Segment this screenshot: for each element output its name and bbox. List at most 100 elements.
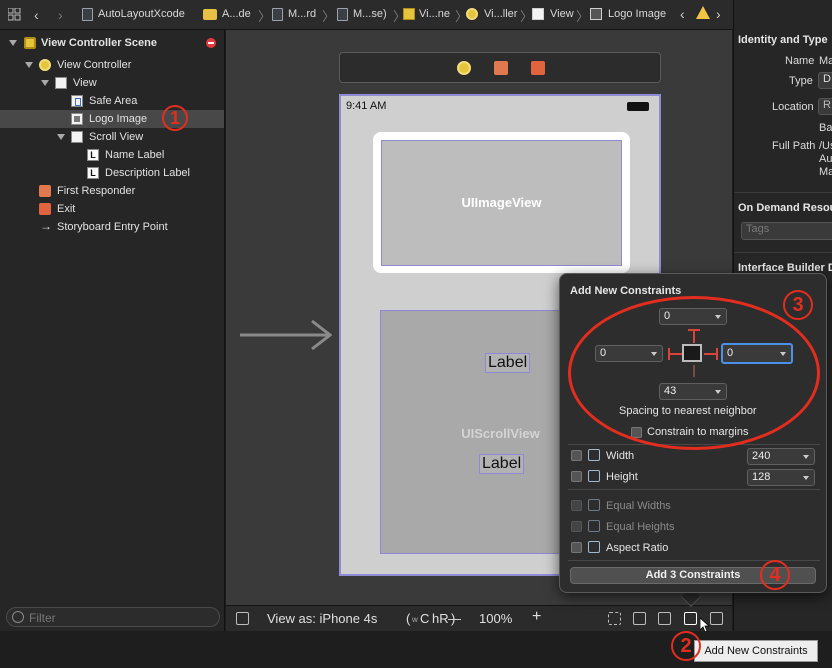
outline-item-logo-image[interactable]: Logo Image [0,110,224,128]
scene-icon [24,37,36,49]
jumpbar-item-project[interactable]: AutoLayoutXcode [98,8,185,20]
forward-arrow-icon[interactable]: › [58,7,63,23]
zoom-out-button[interactable]: — [448,611,461,626]
update-frames-icon[interactable] [608,612,621,625]
back-arrow-icon[interactable]: ‹ [34,7,39,23]
safe-area-icon [71,95,83,107]
battery-icon [627,102,649,111]
dropdown-caret-icon[interactable] [803,455,809,459]
aspect-ratio-checkbox[interactable] [571,542,582,553]
outline-item-entry-point[interactable]: → Storyboard Entry Point [0,218,224,236]
size-class-width-prefix: w [412,615,418,624]
location-sub: Ba [819,122,832,134]
grid-icon[interactable] [7,7,21,21]
outline-label: View Controller Scene [41,37,157,49]
warning-icon[interactable] [696,6,710,19]
location-select[interactable]: R [818,98,832,115]
align-icon[interactable] [658,612,671,625]
jumpbar-item-storyboard[interactable]: M...rd [288,8,316,20]
outline-item-exit[interactable]: Exit [0,200,224,218]
document-outline: View Controller Scene View Controller Vi… [0,30,225,668]
equal-widths-label: Equal Widths [606,500,671,512]
type-label: Type [789,75,813,87]
outline-label: First Responder [57,185,136,197]
width-checkbox[interactable] [571,450,582,461]
add-new-constraints-icon[interactable] [684,612,697,625]
equal-widths-checkbox[interactable] [571,500,582,511]
annotation-callout-2: 2 [671,631,701,661]
label-icon: L [87,167,99,179]
view-icon [55,77,67,89]
logo-image-view[interactable]: UIImageView [381,140,622,266]
name-value[interactable]: Ma [819,55,832,67]
mouse-cursor-icon [699,617,711,633]
jumpbar-item-view[interactable]: View [550,8,574,20]
view-controller-icon[interactable] [457,61,471,75]
outline-label: Description Label [105,167,190,179]
jumpbar-item-folder[interactable]: A...de [222,8,251,20]
scene-dock [339,52,661,83]
outline-item-first-responder[interactable]: First Responder [0,182,224,200]
outline-label: View Controller [57,59,132,71]
height-field[interactable]: 128 [747,469,815,486]
name-label: Name [785,55,815,67]
disclosure-triangle-icon[interactable] [25,62,33,68]
embed-in-icon[interactable] [633,612,646,625]
first-responder-icon[interactable] [494,61,508,75]
description-label[interactable]: Label [479,454,525,474]
view-icon [532,8,544,20]
outline-item-description-label[interactable]: L Description Label [0,164,224,182]
error-badge-icon[interactable] [206,38,216,48]
divider [568,489,820,490]
size-class-open-paren: ( [406,611,411,626]
outline-item-safe-area[interactable]: Safe Area [0,92,224,110]
image-view-icon [590,8,602,20]
chevron-right-icon: 〉 [258,9,272,24]
issue-forward-icon[interactable]: › [716,6,721,22]
jumpbar-item-scene[interactable]: Vi...ne [419,8,450,20]
outline-item-scene[interactable]: View Controller Scene [0,34,224,52]
status-time: 9:41 AM [346,100,387,112]
zoom-in-button[interactable]: + [532,608,541,626]
zoom-level[interactable]: 100% [479,611,512,626]
first-responder-icon [39,185,51,197]
exit-icon [39,203,51,215]
name-label[interactable]: Label [485,353,531,373]
identity-section-header: Identity and Type [738,34,828,46]
disclosure-triangle-icon[interactable] [41,80,49,86]
resolve-issues-icon[interactable] [710,612,723,625]
canvas-bottom-bar: View as: iPhone 4s ( w C hR ) — 100% + [226,605,732,631]
outline-item-name-label[interactable]: L Name Label [0,146,224,164]
annotation-callout-4: 4 [760,560,790,590]
outline-toggle-icon[interactable] [236,612,249,625]
disclosure-triangle-icon[interactable] [57,134,65,140]
aspect-ratio-label: Aspect Ratio [606,542,669,554]
view-as-label[interactable]: View as: iPhone 4s [267,611,377,626]
issue-back-icon[interactable]: ‹ [680,6,685,22]
height-checkbox[interactable] [571,471,582,482]
full-path-value: /Us [819,140,832,152]
jumpbar-item-logo-image[interactable]: Logo Image [608,8,666,20]
type-select[interactable]: D [818,72,832,89]
outline-item-scroll-view[interactable]: Scroll View [0,128,224,146]
outline-item-view-controller[interactable]: View Controller [0,56,224,74]
jump-bar: ‹ › AutoLayoutXcode A...de 〉 M...rd 〉 M.… [0,0,832,30]
filter-icon [12,611,24,623]
equal-heights-checkbox[interactable] [571,521,582,532]
jumpbar-item-base[interactable]: M...se) [353,8,387,20]
popover-title: Add New Constraints [570,285,682,297]
outline-item-view[interactable]: View [0,74,224,92]
width-field[interactable]: 240 [747,448,815,465]
annotation-ellipse [568,296,820,450]
outline-label: View [73,77,97,89]
jumpbar-item-view-controller[interactable]: Vi...ller [484,8,517,20]
height-value: 128 [752,471,771,483]
chevron-right-icon: 〉 [576,9,590,24]
dropdown-caret-icon[interactable] [803,476,809,480]
divider [734,252,832,253]
outline-filter-field[interactable]: Filter [6,607,220,627]
equal-widths-icon [588,499,600,511]
disclosure-triangle-icon[interactable] [9,40,17,46]
tags-field[interactable]: Tags [741,222,832,240]
exit-icon[interactable] [531,61,545,75]
